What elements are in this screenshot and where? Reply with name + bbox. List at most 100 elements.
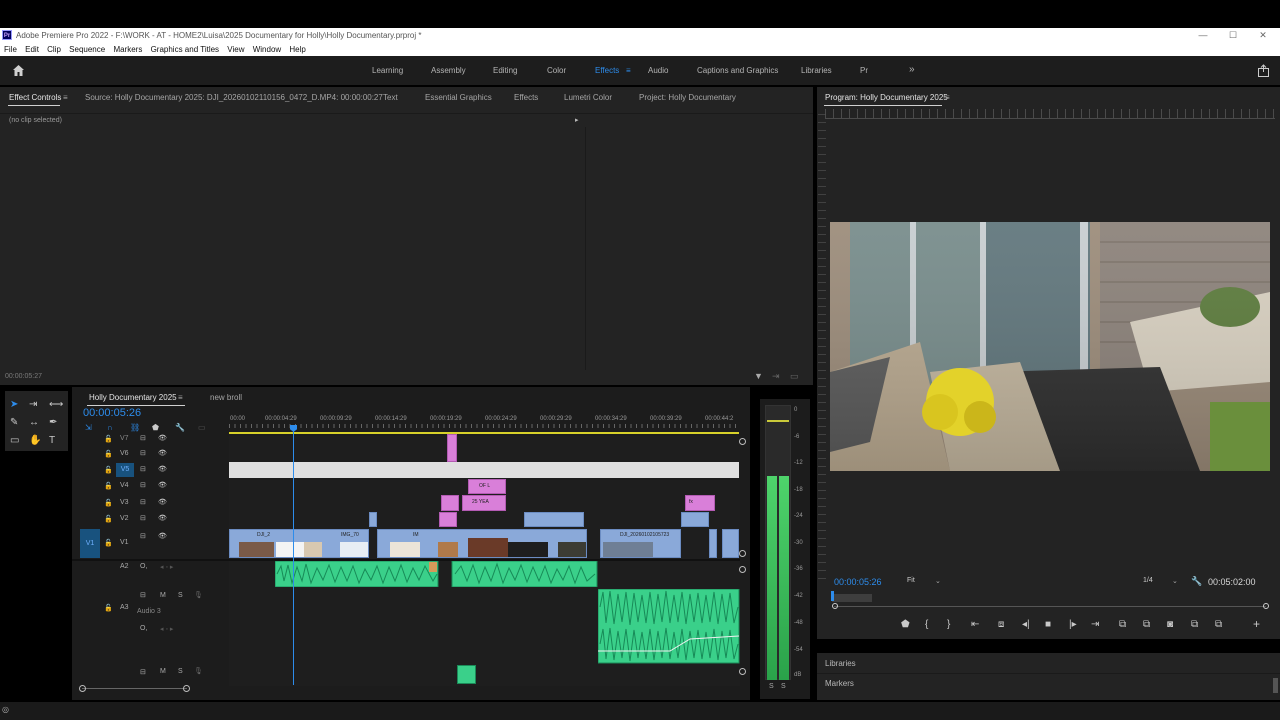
sync-lock-icon[interactable]: ⊟ [140,532,146,540]
timeline-playhead-line[interactable] [293,430,294,685]
track-label-v5[interactable]: V5 [116,463,134,477]
title-clip[interactable] [439,512,457,527]
program-playhead[interactable] [831,591,834,601]
sync-lock-icon[interactable]: ⊟ [140,449,146,457]
menu-sequence[interactable]: Sequence [69,43,105,56]
comparison-view-icon[interactable]: ⧉ [1191,620,1198,630]
title-clip[interactable]: fx [685,495,715,511]
chevron-down-icon[interactable]: ⌄ [1172,577,1178,585]
solo-button[interactable]: S [178,592,183,599]
title-clip[interactable]: OF L [468,479,506,494]
tab-effect-controls-menu-icon[interactable]: ≡ [63,93,68,102]
microphone-icon[interactable]: 🎙 [194,667,203,675]
tab-lumetri-color[interactable]: Lumetri Color [564,93,612,102]
track-label-a3[interactable]: A3 [120,604,129,611]
type-tool-icon[interactable]: T [49,436,55,446]
keyframe-nav-icon[interactable]: ◂ ◦ ▸ [160,625,173,633]
mute-button[interactable]: M [160,668,166,675]
sync-lock-icon[interactable]: ⊟ [140,481,146,489]
sync-lock-icon[interactable]: ⊟ [140,514,146,522]
proxy-icon[interactable]: ⧉ [1215,620,1222,630]
share-icon[interactable] [1257,64,1270,77]
go-to-out-icon[interactable]: ⇥ [1091,620,1099,630]
mark-out-icon[interactable]: } [947,620,950,630]
eye-icon[interactable]: 👁 [158,498,167,506]
camera-icon[interactable]: ◙ [1167,620,1173,630]
eye-icon[interactable]: 👁 [158,532,167,540]
track-label-a2[interactable]: A2 [120,563,129,570]
workspace-overflow-icon[interactable]: » [909,64,915,75]
solo-left-button[interactable]: S [769,683,774,690]
menu-help[interactable]: Help [289,43,305,56]
panel-scrollbar[interactable] [1273,678,1278,693]
lock-icon[interactable]: 🔓 [104,604,113,612]
workspace-audio[interactable]: Audio [648,66,668,75]
audio-track-name[interactable]: Audio 3 [137,608,161,615]
razor-tool-icon[interactable]: ✎ [10,418,18,428]
home-icon[interactable] [12,64,25,77]
opacity-label[interactable]: O, [140,625,147,632]
video-clip[interactable] [681,512,709,527]
resolution-dropdown[interactable]: 1/4 [1143,577,1153,584]
audio-clip[interactable] [457,665,476,684]
solo-button[interactable]: S [178,668,183,675]
menu-file[interactable]: File [4,43,17,56]
tab-sequence-new-broll[interactable]: new broll [210,393,242,402]
filter-icon[interactable]: ▼ [754,371,763,381]
workspace-editing[interactable]: Editing [493,66,517,75]
video-clip[interactable]: DJI_2 IMG_70 [229,529,369,558]
workspace-pr[interactable]: Pr [860,66,868,75]
lock-icon[interactable]: 🔓 [104,539,113,547]
mark-in-icon[interactable]: { [925,620,928,630]
menu-window[interactable]: Window [253,43,281,56]
tab-project[interactable]: Project: Holly Documentary [639,93,736,102]
track-label-v6[interactable]: V6 [120,450,129,457]
menu-edit[interactable]: Edit [25,43,39,56]
scroll-handle[interactable] [739,566,746,573]
work-area-bar[interactable] [229,432,739,434]
video-clip[interactable] [722,529,739,558]
video-clip[interactable]: DJI_20260102105723 [600,529,681,558]
lock-icon[interactable]: 🔓 [104,466,113,474]
fit-dropdown[interactable]: Fit [907,577,915,584]
overwrite-icon[interactable]: ⧉ [1143,620,1150,630]
zoom-handle-right[interactable] [1263,603,1269,609]
track-label-v7[interactable]: V7 [120,435,129,442]
loop-icon[interactable]: ▭ [790,371,799,382]
sync-lock-icon[interactable]: ⊟ [140,434,146,442]
insert-icon[interactable]: ⧉ [1119,620,1126,630]
audio-clips-a2[interactable] [275,561,605,587]
lock-icon[interactable]: 🔓 [104,450,113,458]
zoom-handle-left[interactable] [79,685,86,692]
go-to-in-icon[interactable]: ⇤ [971,620,979,630]
stop-icon[interactable]: ■ [1045,620,1051,630]
workspace-captions[interactable]: Captions and Graphics [697,66,778,75]
step-forward-icon[interactable]: |▸ [1069,620,1077,630]
lock-icon[interactable]: 🔓 [104,482,113,490]
pen-tool-icon[interactable]: ✒ [49,418,57,428]
lock-icon[interactable]: 🔓 [104,515,113,523]
mute-button[interactable]: M [160,592,166,599]
adjustment-layer-clip[interactable] [229,462,739,478]
step-back-icon[interactable]: ◂| [1022,620,1030,630]
sync-lock-icon[interactable]: ⊟ [140,591,146,599]
program-timecode[interactable]: 00:00:05:26 [834,577,882,587]
track-label-v4[interactable]: V4 [120,482,129,489]
tab-essential-graphics[interactable]: Essential Graphics [425,93,492,102]
menu-view[interactable]: View [227,43,244,56]
opacity-label[interactable]: O, [140,563,147,570]
sync-lock-icon[interactable]: ⊟ [140,668,146,676]
rectangle-tool-icon[interactable]: ▭ [10,436,19,446]
program-zoom-bar[interactable] [834,606,1266,607]
video-clip[interactable] [369,512,377,527]
sync-lock-icon[interactable]: ⊟ [140,465,146,473]
workspace-libraries[interactable]: Libraries [801,66,832,75]
selection-tool-icon[interactable]: ➤ [10,400,18,410]
workspace-assembly[interactable]: Assembly [431,66,466,75]
track-select-icon[interactable]: ⇥ [29,400,37,410]
minimize-button[interactable]: — [1188,28,1218,43]
add-marker-icon[interactable]: ⬟ [901,620,910,630]
hand-tool-icon[interactable]: ✋ [29,436,41,446]
scroll-handle[interactable] [739,438,746,445]
workspace-color[interactable]: Color [547,66,566,75]
